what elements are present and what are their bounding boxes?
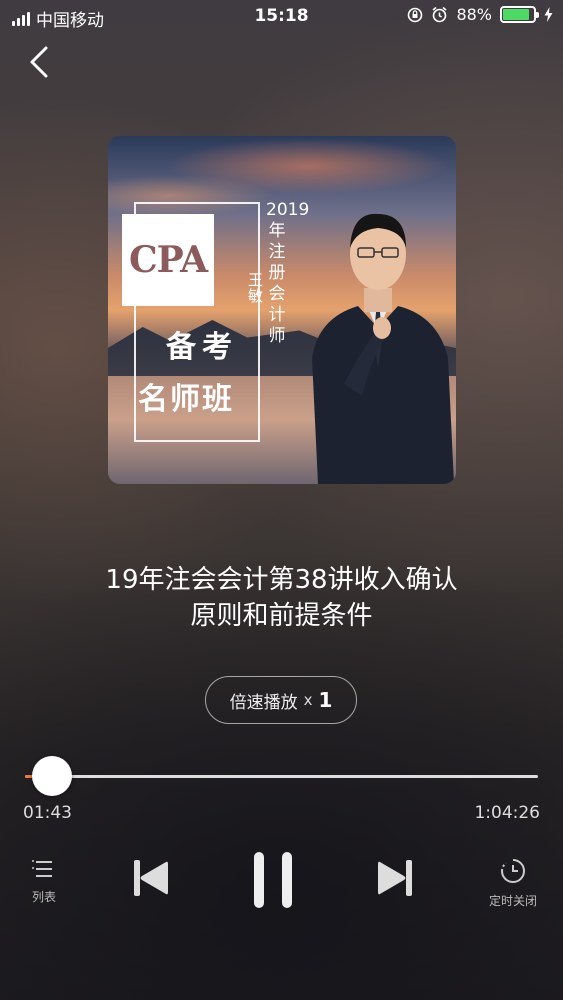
playback-speed-button[interactable]: 倍速播放 x 1: [205, 676, 357, 724]
playlist-label: 列表: [31, 890, 56, 904]
current-time: 01:43: [23, 803, 72, 823]
back-button[interactable]: [24, 42, 60, 82]
cover-cpa-logo: CPA: [122, 214, 214, 306]
track-title-line-2: 原则和前提条件: [190, 601, 373, 631]
cover-headline-1: 备考: [166, 330, 238, 365]
status-bar: 中国移动 15:18 88%: [0, 0, 563, 34]
chevron-left-icon: [30, 46, 48, 78]
speed-value: 1: [318, 688, 333, 712]
sleep-timer-button[interactable]: 定时关闭: [481, 858, 545, 910]
cover-teacher-name: 王敏: [248, 271, 264, 305]
alarm-icon: [432, 6, 447, 23]
skip-next-icon: [378, 860, 412, 896]
status-right: 88%: [407, 5, 553, 24]
list-icon: [32, 860, 52, 877]
pause-button[interactable]: [248, 848, 298, 910]
speed-multiplier-sign: x: [303, 691, 313, 709]
speed-label: 倍速播放: [229, 692, 298, 713]
battery-fill: [503, 9, 530, 20]
rotation-lock-icon: [408, 7, 423, 22]
sleep-timer-label: 定时关闭: [488, 894, 537, 908]
progress-thumb[interactable]: [31, 756, 72, 796]
battery-percent: 88%: [456, 5, 492, 24]
skip-previous-icon: [134, 860, 168, 896]
battery-icon: [500, 6, 539, 23]
teacher-photo: [312, 213, 454, 484]
track-title-line-1: 19年注会会计第38讲收入确认: [105, 565, 458, 595]
previous-button[interactable]: [128, 854, 172, 902]
album-cover: CPA 王敏 备考 名师班 2019年注册会计师: [108, 136, 456, 484]
total-time: 1:04:26: [474, 803, 540, 823]
playlist-button[interactable]: 列表: [22, 858, 66, 910]
next-button[interactable]: [374, 854, 418, 902]
track-title: 19年注会会计第38讲收入确认 原则和前提条件: [20, 562, 543, 634]
timer-icon: [501, 859, 525, 883]
cover-vertical-title: 2019年注册会计师: [266, 200, 310, 346]
pause-icon: [254, 852, 292, 908]
charging-icon: [544, 7, 553, 22]
cover-headline-2: 名师班: [138, 382, 234, 417]
progress-slider[interactable]: [25, 756, 538, 796]
